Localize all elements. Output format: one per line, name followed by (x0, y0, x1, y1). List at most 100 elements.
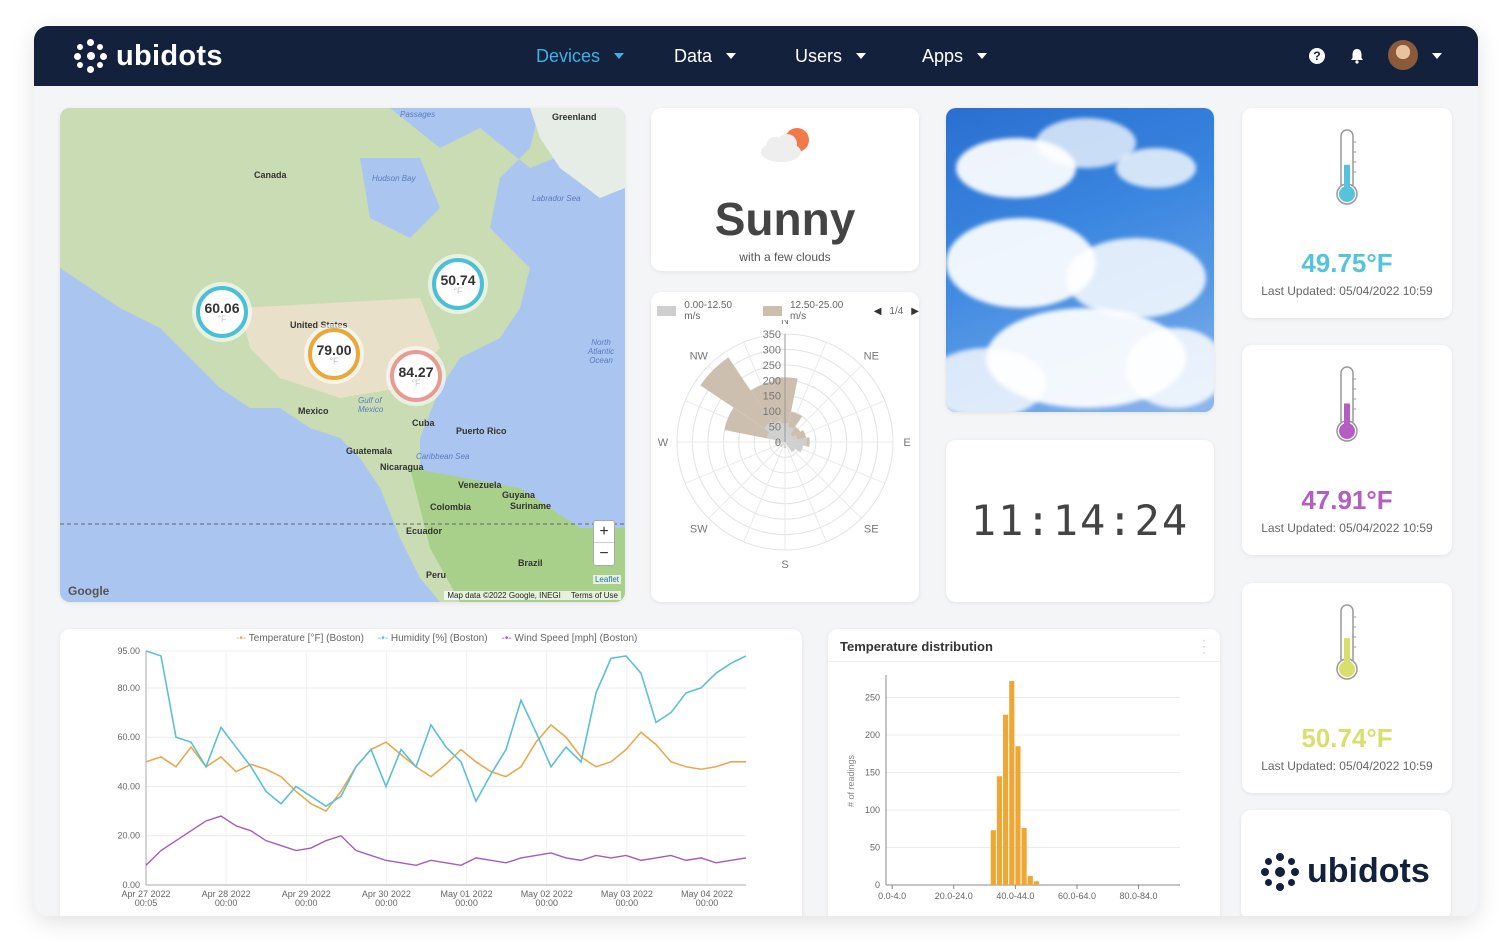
more-options-icon[interactable]: · · · (1202, 634, 1206, 658)
rose-grid-spoke (708, 441, 786, 519)
x-tick-label: 00:00 (455, 898, 478, 908)
y-tick-label: 200 (865, 730, 880, 740)
temperature-value: 50.74°F (1301, 723, 1393, 753)
map-marker[interactable]: 79.00 °F (308, 328, 360, 380)
chevron-down-icon (726, 53, 737, 59)
y-tick-label: 0 (875, 880, 880, 890)
line-chart-widget: -•- Temperature [°F] (Boston) -•- Humidi… (60, 629, 802, 916)
clock-time: 11:14:24 (970, 496, 1190, 545)
y-tick-label: 100 (865, 805, 880, 815)
nav-devices[interactable]: Devices (536, 26, 625, 86)
temperature-series (145, 723, 746, 813)
y-tick-label: 20.00 (117, 831, 140, 841)
histogram-bar (1003, 714, 1009, 885)
thermometer-widget: 49.75°F Last Updated: 05/04/2022 10:59 (1242, 108, 1452, 318)
bell-icon[interactable] (1348, 47, 1366, 65)
histogram-bar (1015, 746, 1021, 885)
rose-radial-tick: 150 (763, 391, 781, 403)
google-logo: Google (68, 584, 110, 598)
x-tick-label: 00:00 (535, 898, 558, 908)
nav-data[interactable]: Data (674, 26, 737, 86)
avatar[interactable] (1388, 40, 1418, 70)
map-label-peru: Peru (426, 570, 447, 580)
legend-next-icon[interactable]: ▶ (911, 306, 919, 317)
chevron-down-icon (856, 53, 867, 59)
terms-of-use-link[interactable]: Terms of Use (571, 591, 618, 600)
legend-label[interactable]: 0.00-12.50 m/s (684, 300, 748, 322)
nav-apps[interactable]: Apps (922, 26, 988, 86)
marker-unit: °F (453, 286, 463, 296)
map-marker[interactable]: 50.74 °F (432, 258, 484, 310)
nav-users[interactable]: Users (795, 26, 867, 86)
marker-unit: °F (329, 356, 339, 366)
rose-direction-label: S (781, 559, 788, 571)
dashboard-frame: ubidots Devices Data Users Apps ? Greenl… (34, 26, 1478, 916)
map-label-caribbean-sea: Caribbean Sea (416, 452, 470, 461)
thermometer-widget: 47.91°F Last Updated: 05/04/2022 10:59 (1242, 345, 1452, 555)
zoom-out-button[interactable]: − (594, 543, 614, 565)
map-label-guyana: Guyana (502, 490, 536, 500)
marker-unit: °F (217, 314, 227, 324)
leaflet-link[interactable]: Leaflet (592, 575, 621, 584)
thermometer-bulb (1339, 423, 1355, 439)
map-label-nicaragua: Nicaragua (380, 462, 424, 472)
rose-grid-spoke (784, 441, 862, 519)
x-tick-label: 20.0-24.0 (935, 891, 973, 901)
map-marker[interactable]: 60.06 °F (196, 286, 248, 338)
y-tick-label: 50 (870, 843, 880, 853)
ubidots-logo[interactable]: ubidots (74, 38, 223, 74)
zoom-in-button[interactable]: + (594, 521, 614, 543)
rose-radial-tick: 0 (775, 437, 781, 449)
chart-title: Temperature distribution (840, 639, 993, 654)
chevron-down-icon (977, 53, 988, 59)
nav-devices-label: Devices (536, 45, 601, 66)
x-tick-label: 0.0-4.0 (878, 891, 906, 901)
clock-widget: 11:14:24 (946, 440, 1214, 602)
weather-condition: Sunny (714, 193, 856, 245)
map-label-mexico: Mexico (298, 406, 329, 416)
thermometer-bulb (1339, 661, 1355, 677)
top-navbar: ubidots Devices Data Users Apps ? (34, 26, 1478, 86)
last-updated: Last Updated: 05/04/2022 10:59 (1261, 759, 1433, 773)
humidity-series (145, 650, 747, 808)
nav-users-label: Users (795, 45, 843, 66)
nav-apps-label: Apps (922, 45, 964, 66)
rose-radial-tick: 350 (763, 329, 781, 341)
temperature-value: 47.91°F (1301, 485, 1393, 515)
x-tick-label: 00:00 (295, 898, 318, 908)
thermometer-icon (1336, 129, 1358, 205)
y-tick-label: 60.00 (117, 732, 140, 742)
map-label-hudson-bay: Hudson Bay (372, 174, 416, 183)
rose-radial-tick: 50 (769, 422, 781, 434)
map-marker[interactable]: 84.27 °F (390, 350, 442, 402)
histogram-bar (990, 830, 996, 885)
map-label-north-atlantic: North Atlantic Ocean (587, 338, 615, 365)
rose-radial-tick: 100 (763, 406, 781, 418)
map-label-passages: Passages (400, 110, 436, 119)
legend-prev-icon[interactable]: ◀ (874, 306, 882, 317)
y-tick-label: 80.00 (117, 683, 140, 693)
wind-rose-legend: 0.00-12.50 m/s 12.50-25.00 m/s ◀ 1/4 ▶ (657, 300, 919, 322)
histogram-bar (1009, 681, 1015, 885)
legend-label[interactable]: 12.50-25.00 m/s (790, 300, 860, 322)
y-tick-label: 95.00 (117, 646, 140, 656)
map-label-suriname: Suriname (510, 501, 552, 511)
rose-direction-label: NE (864, 351, 879, 363)
map-widget[interactable]: Greenland Passages Canada Hudson Bay Lab… (60, 108, 625, 602)
rose-radial-tick: 300 (763, 344, 781, 356)
histogram-widget: Temperature distribution · · · 250 200 150 10… (828, 629, 1220, 916)
wind-rose-widget: 0.00-12.50 m/s 12.50-25.00 m/s ◀ 1/4 ▶ N… (651, 292, 919, 602)
map-label-puerto-rico: Puerto Rico (456, 426, 507, 436)
logo-dots-icon (1261, 852, 1299, 891)
rose-direction-label: E (903, 437, 910, 449)
y-tick-label: 250 (865, 693, 880, 703)
histogram-chart: 250 200 150 100 50 0 # of readings 0.0-4.0 20.0-… (846, 675, 1180, 901)
map-attribution-text: Map data ©2022 Google, INEGI (447, 591, 561, 600)
help-icon[interactable]: ? (1308, 47, 1326, 65)
x-tick-label: 00:00 (215, 898, 238, 908)
x-tick-label: 60.0-64.0 (1058, 891, 1096, 901)
rose-direction-label: N (781, 320, 789, 327)
map-label-guatemala: Guatemala (346, 446, 393, 456)
y-tick-label: 40.00 (117, 781, 140, 791)
chevron-down-icon[interactable] (1432, 53, 1442, 59)
